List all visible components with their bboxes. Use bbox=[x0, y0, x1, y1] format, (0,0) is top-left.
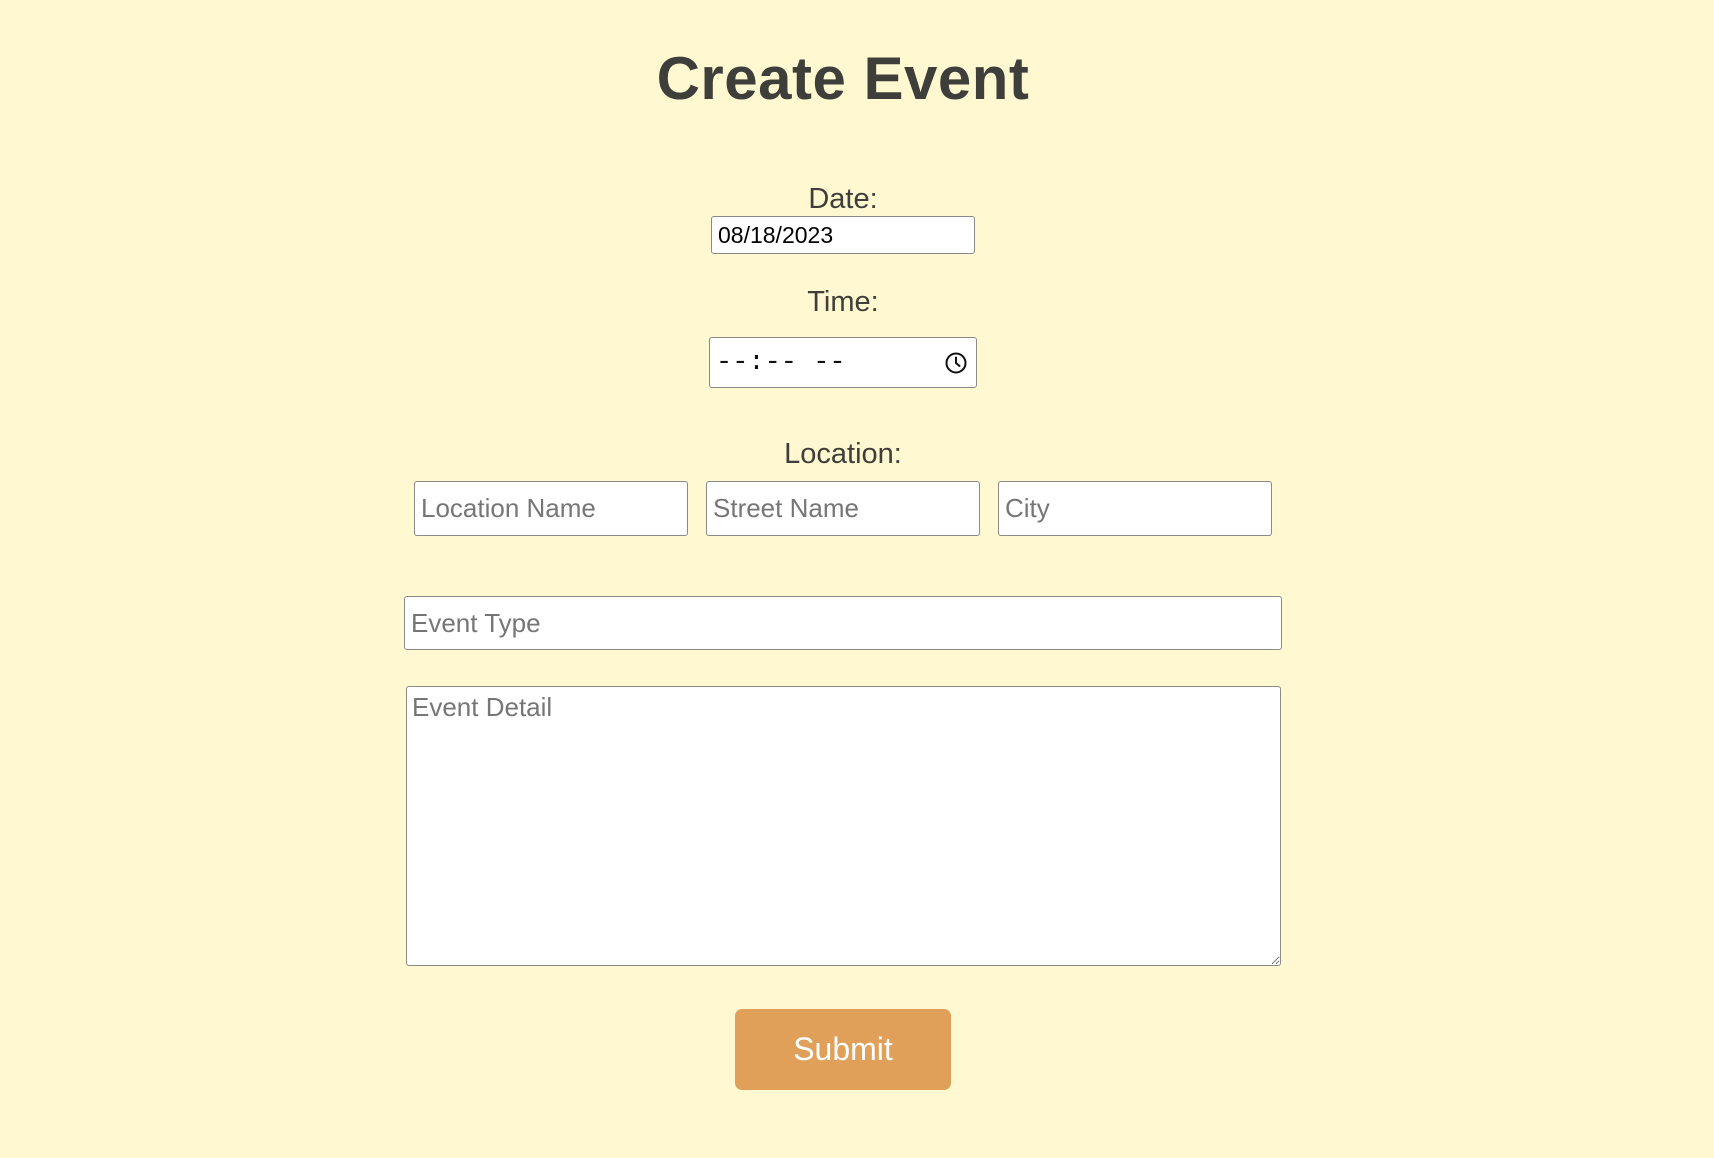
date-label: Date: bbox=[808, 183, 878, 215]
time-field[interactable]: --:-- -- bbox=[709, 337, 977, 388]
event-detail-textarea[interactable] bbox=[406, 686, 1281, 966]
submit-button[interactable]: Submit bbox=[735, 1009, 951, 1090]
street-name-input[interactable] bbox=[706, 481, 980, 536]
page-title: Create Event bbox=[656, 45, 1030, 112]
city-input[interactable] bbox=[998, 481, 1272, 536]
clock-icon[interactable] bbox=[944, 351, 968, 375]
time-value: --:-- -- bbox=[716, 348, 846, 378]
location-label: Location: bbox=[784, 438, 902, 470]
date-field[interactable] bbox=[711, 216, 975, 254]
time-label: Time: bbox=[807, 286, 879, 318]
location-name-input[interactable] bbox=[414, 481, 688, 536]
event-type-input[interactable] bbox=[404, 596, 1282, 650]
